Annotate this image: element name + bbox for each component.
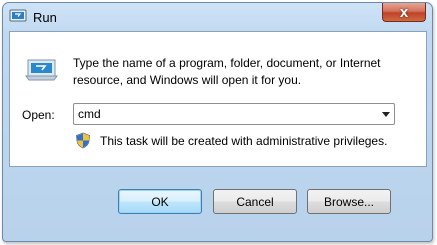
instructions-text: Type the name of a program, folder, docu…: [73, 56, 381, 87]
admin-privileges-note: This task will be created with administr…: [100, 134, 388, 148]
run-dialog-window: Run x Type the name of a program, folder…: [2, 2, 433, 242]
uac-shield-icon: [75, 132, 91, 149]
open-combobox[interactable]: cmd: [73, 103, 395, 125]
close-button[interactable]: x: [382, 3, 426, 22]
chevron-down-icon[interactable]: [382, 112, 390, 117]
run-dialog-icon: [25, 57, 58, 81]
close-icon: x: [399, 3, 409, 21]
dialog-body: Type the name of a program, folder, docu…: [9, 31, 427, 167]
window-title: Run: [33, 10, 57, 25]
ok-button[interactable]: OK: [118, 189, 202, 214]
open-label: Open:: [22, 108, 55, 122]
cancel-button[interactable]: Cancel: [213, 189, 297, 214]
title-bar[interactable]: Run x: [3, 3, 432, 33]
browse-button[interactable]: Browse...: [307, 189, 391, 214]
open-input-value[interactable]: cmd: [78, 107, 101, 121]
run-app-icon: [9, 9, 27, 23]
